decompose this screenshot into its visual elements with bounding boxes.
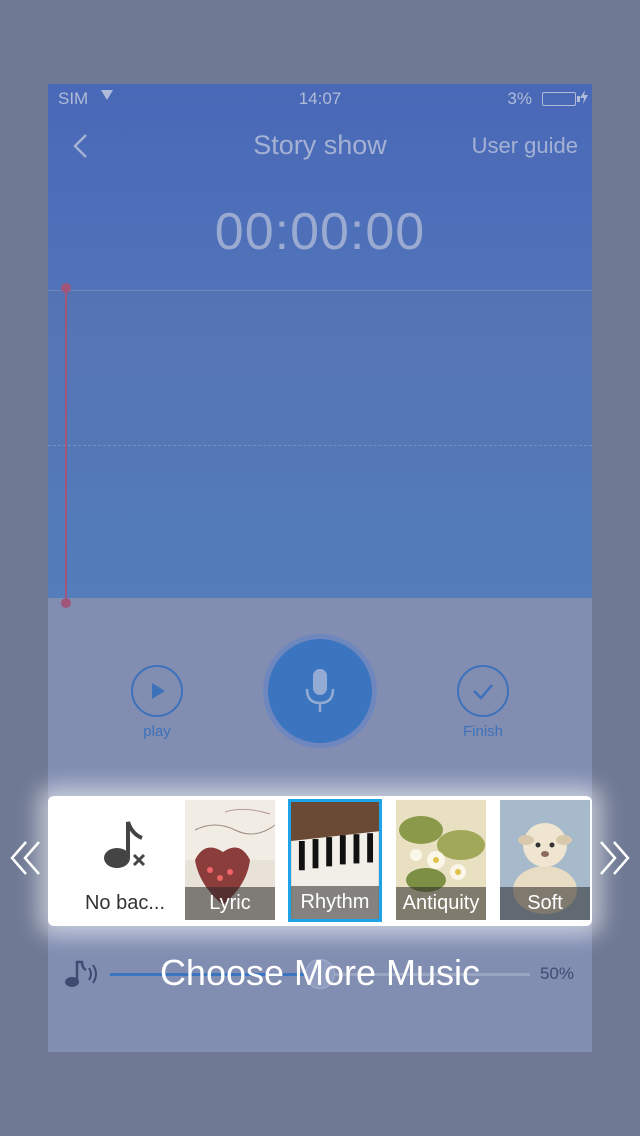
scroll-right-button[interactable] [594, 838, 634, 878]
music-item-rhythm[interactable]: Rhythm [288, 799, 382, 922]
music-item-label: Rhythm [291, 886, 379, 919]
music-item-label: Soft [500, 887, 590, 920]
music-item-soft[interactable]: Soft [500, 800, 590, 920]
music-item-label: Lyric [185, 887, 275, 920]
music-item-label: Antiquity [396, 887, 486, 920]
music-item-label: No bac... [80, 887, 170, 920]
music-item-no-background[interactable]: No bac... [80, 800, 170, 920]
double-chevron-left-icon [10, 841, 40, 875]
background-music-picker: No bac... Lyric Rhythm Antiquity Soft [48, 796, 592, 926]
music-item-antiquity[interactable]: Antiquity [396, 800, 486, 920]
choose-more-music-button[interactable]: Choose More Music [0, 952, 640, 994]
music-item-lyric[interactable]: Lyric [185, 800, 275, 920]
scroll-left-button[interactable] [6, 838, 46, 878]
double-chevron-right-icon [600, 841, 630, 875]
